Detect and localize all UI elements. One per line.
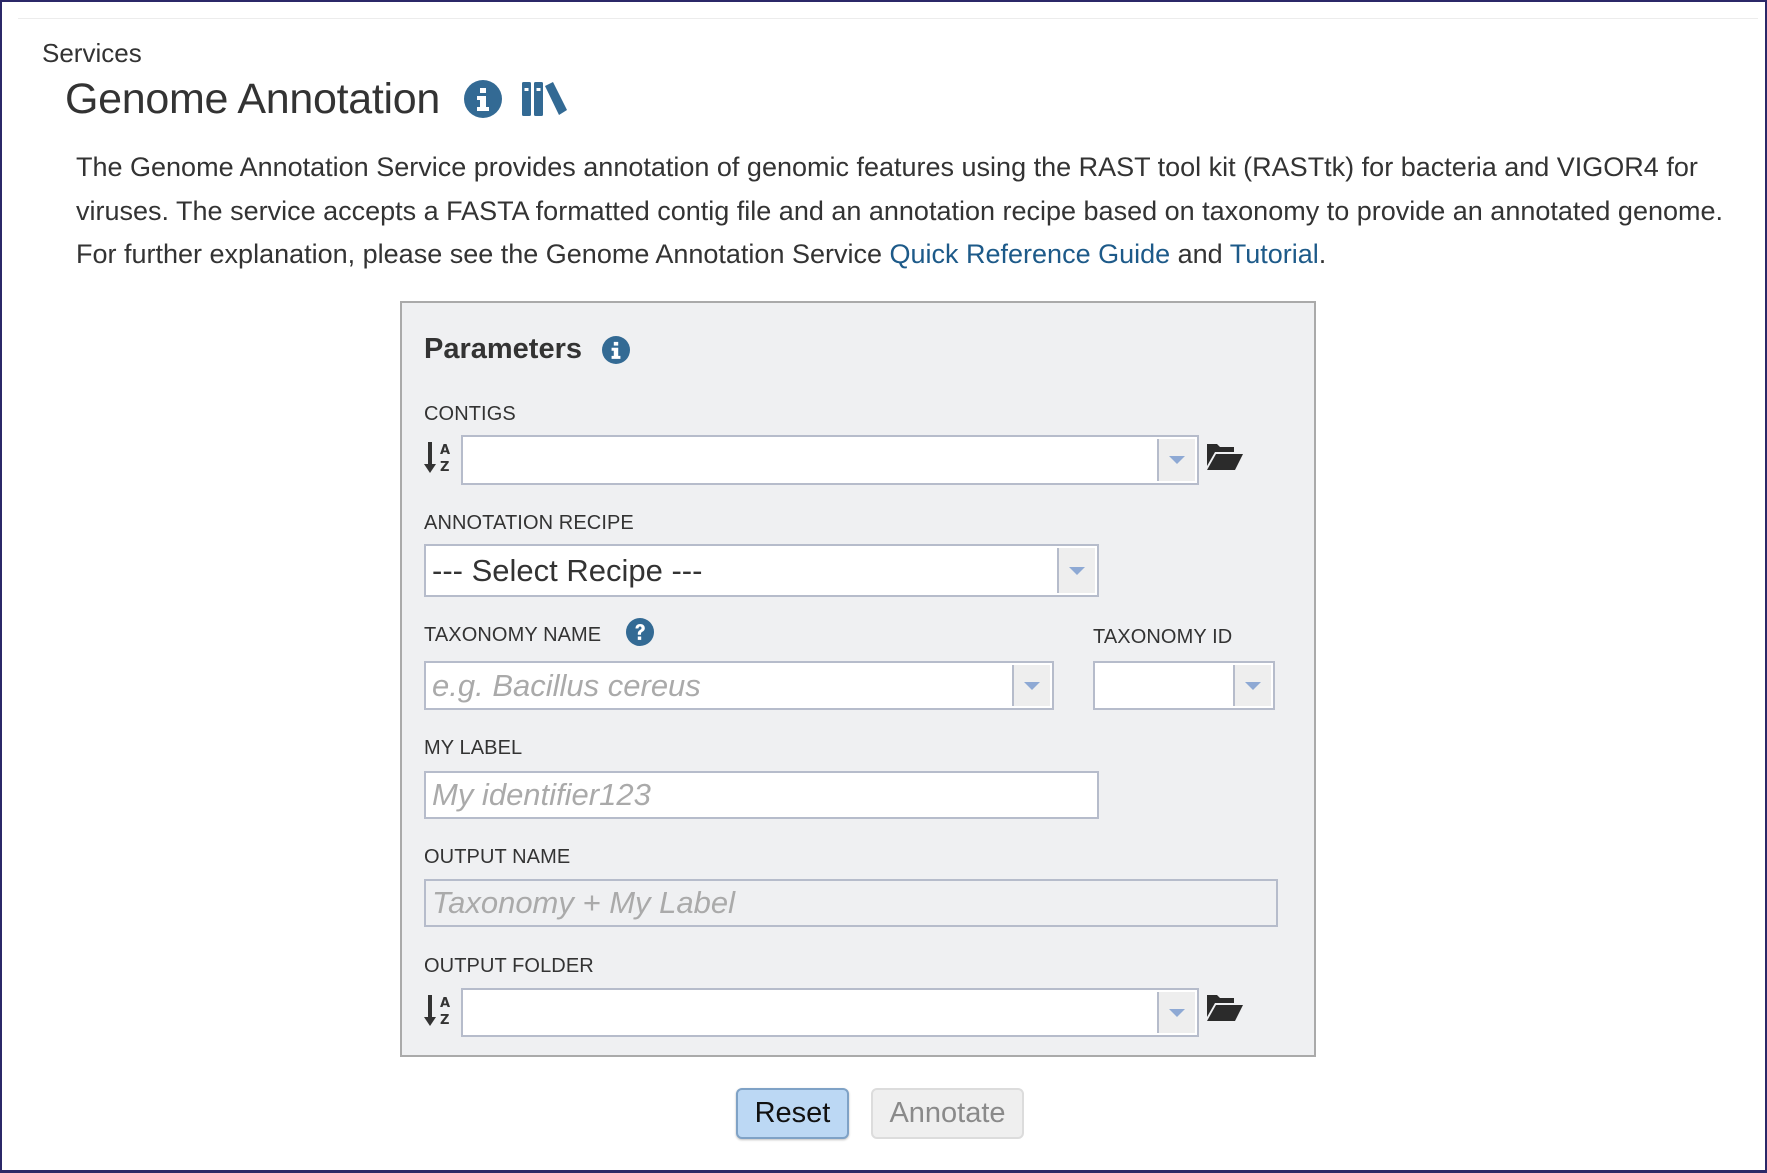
- taxonomy-name-select[interactable]: e.g. Bacillus cereus: [424, 661, 1054, 710]
- contigs-select[interactable]: [461, 435, 1199, 485]
- svg-text:A: A: [440, 443, 450, 458]
- help-icon[interactable]: [626, 618, 654, 651]
- annotate-button[interactable]: Annotate: [871, 1088, 1024, 1139]
- reset-button[interactable]: Reset: [736, 1088, 849, 1139]
- contigs-label: CONTIGS: [424, 403, 516, 425]
- output-folder-label: OUTPUT FOLDER: [424, 955, 594, 977]
- my-label-input[interactable]: My identifier123: [424, 771, 1099, 819]
- quick-reference-guide-link[interactable]: Quick Reference Guide: [890, 239, 1171, 269]
- description-text: .: [1318, 239, 1327, 269]
- chevron-down-icon[interactable]: [1057, 548, 1095, 593]
- info-icon[interactable]: [602, 335, 630, 364]
- folder-open-icon[interactable]: [1207, 993, 1243, 1026]
- sort-alpha-icon[interactable]: AZ: [424, 993, 454, 1029]
- svg-text:Z: Z: [440, 1013, 449, 1028]
- header-divider: [18, 18, 1758, 19]
- page-header: Genome Annotation: [65, 74, 568, 124]
- folder-open-icon[interactable]: [1207, 442, 1243, 475]
- breadcrumb[interactable]: Services: [42, 38, 142, 69]
- books-icon[interactable]: [522, 82, 568, 116]
- taxonomy-id-select[interactable]: [1093, 661, 1275, 710]
- annotation-recipe-label: ANNOTATION RECIPE: [424, 512, 634, 534]
- output-name-placeholder: Taxonomy + My Label: [432, 885, 735, 920]
- page-title: Genome Annotation: [65, 74, 441, 123]
- chevron-down-icon[interactable]: [1157, 439, 1195, 481]
- tutorial-link[interactable]: Tutorial: [1230, 239, 1319, 269]
- chevron-down-icon[interactable]: [1012, 665, 1050, 706]
- output-name-label: OUTPUT NAME: [424, 846, 571, 868]
- annotation-recipe-select[interactable]: --- Select Recipe ---: [424, 544, 1099, 597]
- service-description: The Genome Annotation Service provides a…: [76, 146, 1726, 277]
- chevron-down-icon[interactable]: [1157, 992, 1195, 1033]
- description-text: and: [1170, 239, 1230, 269]
- output-folder-select[interactable]: [461, 988, 1199, 1037]
- taxonomy-name-placeholder: e.g. Bacillus cereus: [432, 667, 701, 703]
- parameters-heading: Parameters: [424, 333, 630, 366]
- svg-text:A: A: [440, 996, 450, 1011]
- sort-alpha-icon[interactable]: AZ: [424, 440, 454, 476]
- output-name-input: Taxonomy + My Label: [424, 879, 1278, 927]
- my-label-placeholder: My identifier123: [432, 777, 651, 812]
- parameters-title: Parameters: [424, 333, 582, 365]
- taxonomy-name-label: TAXONOMY NAME: [424, 624, 602, 646]
- chevron-down-icon[interactable]: [1233, 665, 1271, 706]
- my-label-label: MY LABEL: [424, 737, 523, 759]
- annotation-recipe-value: --- Select Recipe ---: [432, 552, 703, 588]
- svg-text:Z: Z: [440, 460, 449, 475]
- parameters-panel: Parameters CONTIGS AZ ANNOTATION RECIPE …: [400, 301, 1316, 1057]
- info-icon[interactable]: [464, 80, 503, 118]
- taxonomy-id-label: TAXONOMY ID: [1093, 626, 1233, 648]
